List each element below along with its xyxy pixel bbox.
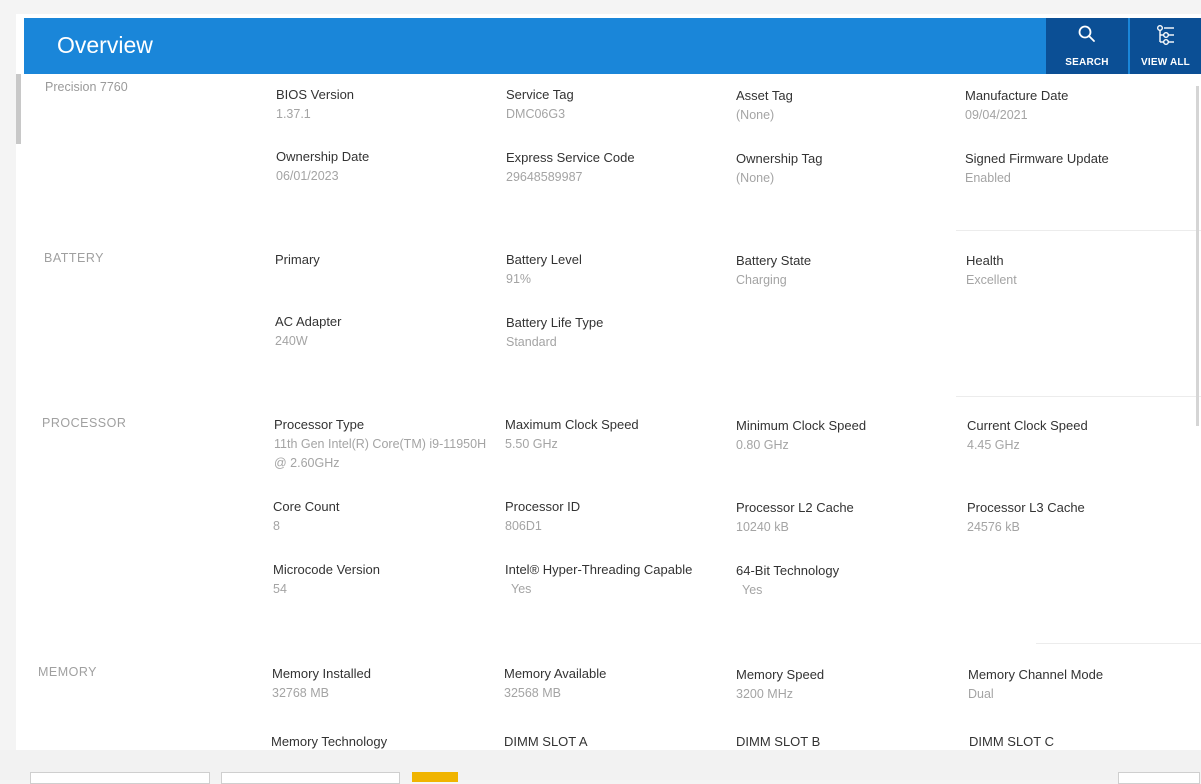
section-title-processor: PROCESSOR xyxy=(42,416,127,430)
field-maximum-clock-speed: Maximum Clock Speed 5.50 GHz xyxy=(505,417,639,451)
field-processor-l2-cache: Processor L2 Cache 10240 kB xyxy=(736,500,854,534)
overview-header: Overview SEARCH VIEW ALL xyxy=(24,18,1201,74)
field-dimm-slot-b: DIMM SLOT B xyxy=(736,734,821,749)
field-minimum-clock-speed: Minimum Clock Speed 0.80 GHz xyxy=(736,418,867,452)
section-divider xyxy=(956,396,1201,397)
field-processor-id: Processor ID 806D1 xyxy=(505,499,581,533)
field-memory-available: Memory Available 32568 MB xyxy=(504,666,607,700)
field-processor-type: Processor Type 11th Gen Intel(R) Core(TM… xyxy=(274,417,487,470)
field-memory-installed: Memory Installed 32768 MB xyxy=(272,666,371,700)
field-processor-l3-cache: Processor L3 Cache 24576 kB xyxy=(967,500,1085,534)
bottom-control[interactable] xyxy=(1118,772,1200,784)
field-64-bit-technology: 64-Bit Technology Yes xyxy=(736,563,840,597)
bottom-bar xyxy=(0,750,1201,784)
view-all-button[interactable]: VIEW ALL xyxy=(1130,18,1201,74)
section-title-battery: BATTERY xyxy=(44,251,104,265)
field-memory-technology: Memory Technology xyxy=(271,734,388,749)
field-core-count: Core Count 8 xyxy=(273,499,340,533)
field-express-service-code: Express Service Code 29648589987 xyxy=(506,150,635,184)
search-button[interactable]: SEARCH xyxy=(1046,18,1128,74)
view-all-button-label: VIEW ALL xyxy=(1140,57,1190,68)
overview-content: Precision 7760 BIOS Version 1.37.1 Servi… xyxy=(16,74,1201,750)
field-signed-firmware-update: Signed Firmware Update Enabled xyxy=(965,151,1109,185)
section-divider xyxy=(956,230,1201,231)
vertical-scrollbar[interactable] xyxy=(1196,86,1199,426)
field-microcode-version: Microcode Version 54 xyxy=(273,562,380,596)
search-icon xyxy=(1078,25,1095,42)
search-button-label: SEARCH xyxy=(1065,57,1109,68)
bottom-control[interactable] xyxy=(30,772,210,784)
field-asset-tag: Asset Tag (None) xyxy=(736,88,793,122)
field-manufacture-date: Manufacture Date 09/04/2021 xyxy=(965,88,1069,122)
field-dimm-slot-a: DIMM SLOT A xyxy=(504,734,588,749)
field-health: Health Excellent xyxy=(966,253,1017,287)
field-service-tag: Service Tag DMC06G3 xyxy=(506,87,574,121)
page-title: Overview xyxy=(57,32,153,58)
bottom-control[interactable] xyxy=(221,772,400,784)
overview-window: Overview SEARCH VIEW ALL Precision 7760 … xyxy=(16,14,1201,750)
field-ownership-date: Ownership Date 06/01/2023 xyxy=(276,149,370,183)
field-bios-version: BIOS Version 1.37.1 xyxy=(276,87,355,121)
section-divider xyxy=(1036,643,1201,644)
field-battery-level: Battery Level 91% xyxy=(506,252,582,286)
field-battery-life-type: Battery Life Type Standard xyxy=(506,315,604,349)
field-ac-adapter: AC Adapter 240W xyxy=(275,314,342,348)
field-hyper-threading-capable: Intel® Hyper-Threading Capable Yes xyxy=(505,562,693,596)
field-dimm-slot-c: DIMM SLOT C xyxy=(969,734,1054,749)
field-memory-channel-mode: Memory Channel Mode Dual xyxy=(968,667,1104,701)
filter-list-icon xyxy=(1156,25,1174,45)
bottom-accent-button[interactable] xyxy=(412,772,458,782)
field-current-clock-speed: Current Clock Speed 4.45 GHz xyxy=(967,418,1088,452)
field-primary: Primary xyxy=(275,252,320,267)
section-title-memory: MEMORY xyxy=(38,665,98,679)
field-memory-speed: Memory Speed 3200 MHz xyxy=(736,667,825,701)
field-battery-state: Battery State Charging xyxy=(736,253,812,287)
field-ownership-tag: Ownership Tag (None) xyxy=(736,151,823,185)
device-model: Precision 7760 xyxy=(45,80,128,94)
